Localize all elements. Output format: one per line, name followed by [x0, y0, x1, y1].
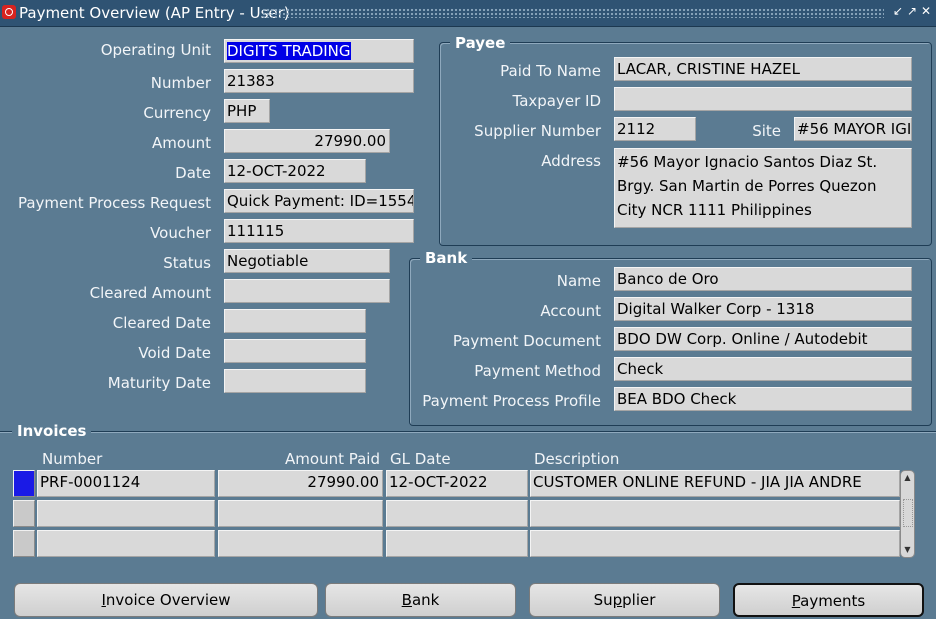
site-field[interactable]: #56 MAYOR IGI — [794, 117, 912, 141]
oracle-logo-icon — [2, 5, 16, 19]
payment-process-request-label: Payment Process Request — [17, 194, 211, 212]
description-cell[interactable] — [530, 530, 900, 557]
title-bar: Payment Overview (AP Entry - User) ↙ ↗ ✕ — [0, 0, 936, 27]
bank-button[interactable]: Bank — [325, 583, 516, 617]
title-bar-grip[interactable] — [262, 8, 884, 18]
gl-date-cell[interactable]: 12-OCT-2022 — [386, 470, 528, 497]
bank-title: Bank — [420, 249, 473, 267]
number-label: Number — [150, 74, 211, 92]
currency-label: Currency — [143, 104, 211, 122]
taxpayer-id-field[interactable] — [614, 87, 912, 111]
operating-unit-label: Operating Unit — [100, 41, 211, 59]
status-label: Status — [163, 254, 211, 272]
operating-unit-value: DIGITS TRADING — [227, 42, 351, 60]
scroll-up-icon[interactable]: ▲ — [901, 472, 914, 484]
gl-date-cell[interactable] — [386, 530, 528, 557]
payments-mnemonic: P — [791, 592, 801, 610]
bank-name-field[interactable]: Banco de Oro — [614, 267, 912, 291]
maturity-date-label: Maturity Date — [107, 374, 211, 392]
amount-label: Amount — [152, 134, 211, 152]
maximize-icon[interactable]: ↗ — [906, 5, 918, 18]
supplier-mnemonic: p — [612, 591, 623, 609]
date-label: Date — [175, 164, 211, 182]
invoice-overview-label-post: nvoice Overview — [105, 591, 231, 609]
account-label: Account — [540, 302, 601, 320]
cleared-amount-label: Cleared Amount — [89, 284, 211, 302]
window-title: Payment Overview (AP Entry - User) — [19, 4, 290, 22]
address-field[interactable]: #56 Mayor Ignacio Santos Diaz St. Brgy. … — [614, 148, 912, 228]
minimize-icon[interactable]: ↙ — [892, 5, 904, 18]
invoices-scrollbar[interactable]: ▲ ▼ — [900, 470, 915, 558]
void-date-label: Void Date — [138, 344, 211, 362]
address-label: Address — [541, 152, 601, 170]
column-header-number: Number — [42, 450, 103, 468]
close-icon[interactable]: ✕ — [920, 5, 932, 18]
number-field[interactable]: 21383 — [224, 69, 414, 93]
scroll-thumb[interactable] — [903, 499, 913, 527]
payment-method-label: Payment Method — [474, 362, 601, 380]
operating-unit-field[interactable]: DIGITS TRADING — [224, 39, 414, 63]
row-selector[interactable] — [13, 470, 35, 497]
scroll-down-icon[interactable]: ▼ — [901, 544, 914, 556]
supplier-number-label: Supplier Number — [474, 122, 601, 140]
paid-to-name-field[interactable]: LACAR, CRISTINE HAZEL — [614, 57, 912, 81]
date-field[interactable]: 12-OCT-2022 — [224, 159, 366, 183]
amount-paid-cell[interactable] — [218, 530, 383, 557]
payments-label-post: ayments — [800, 592, 866, 610]
currency-field[interactable]: PHP — [224, 99, 270, 123]
supplier-label-post: plier — [622, 591, 656, 609]
void-date-field[interactable] — [224, 339, 366, 363]
column-header-gl-date: GL Date — [390, 450, 451, 468]
description-cell[interactable]: CUSTOMER ONLINE REFUND - JIA JIA ANDRE — [530, 470, 900, 497]
supplier-number-field[interactable]: 2112 — [614, 117, 696, 141]
supplier-button[interactable]: Supplier — [529, 583, 720, 617]
payments-button[interactable]: Payments — [733, 583, 924, 617]
taxpayer-id-label: Taxpayer ID — [512, 92, 601, 110]
invoice-number-cell[interactable] — [37, 500, 215, 527]
gl-date-cell[interactable] — [386, 500, 528, 527]
payment-document-field[interactable]: BDO DW Corp. Online / Autodebit — [614, 327, 912, 351]
amount-paid-cell[interactable]: 27990.00 — [218, 470, 383, 497]
invoice-number-cell[interactable] — [37, 530, 215, 557]
site-label: Site — [752, 122, 781, 140]
amount-paid-cell[interactable] — [218, 500, 383, 527]
invoices-divider — [0, 431, 936, 433]
payment-method-field[interactable]: Check — [614, 357, 912, 381]
account-field[interactable]: Digital Walker Corp - 1318 — [614, 297, 912, 321]
supplier-label-pre: Su — [593, 591, 613, 609]
column-header-amount-paid: Amount Paid — [285, 450, 380, 468]
paid-to-name-label: Paid To Name — [500, 62, 601, 80]
payment-document-label: Payment Document — [452, 332, 601, 350]
bank-label-post: ank — [411, 591, 440, 609]
payment-process-profile-field[interactable]: BEA BDO Check — [614, 387, 912, 411]
payment-process-profile-label: Payment Process Profile — [422, 392, 601, 410]
column-header-description: Description — [534, 450, 620, 468]
cleared-date-field[interactable] — [224, 309, 366, 333]
invoice-overview-button[interactable]: Invoice Overview — [14, 583, 318, 617]
cleared-amount-field[interactable] — [224, 279, 390, 303]
cleared-date-label: Cleared Date — [112, 314, 211, 332]
payee-title: Payee — [450, 34, 511, 52]
voucher-label: Voucher — [150, 224, 211, 242]
bank-name-label: Name — [556, 272, 601, 290]
payment-process-request-field[interactable]: Quick Payment: ID=1554 — [224, 189, 414, 213]
row-selector[interactable] — [13, 530, 35, 557]
bank-mnemonic: B — [401, 591, 412, 609]
status-field[interactable]: Negotiable — [224, 249, 390, 273]
amount-field[interactable]: 27990.00 — [224, 129, 390, 153]
row-selector[interactable] — [13, 500, 35, 527]
maturity-date-field[interactable] — [224, 369, 366, 393]
description-cell[interactable] — [530, 500, 900, 527]
voucher-field[interactable]: 111115 — [224, 219, 414, 243]
invoices-title: Invoices — [12, 422, 92, 440]
invoice-number-cell[interactable]: PRF-0001124 — [37, 470, 215, 497]
